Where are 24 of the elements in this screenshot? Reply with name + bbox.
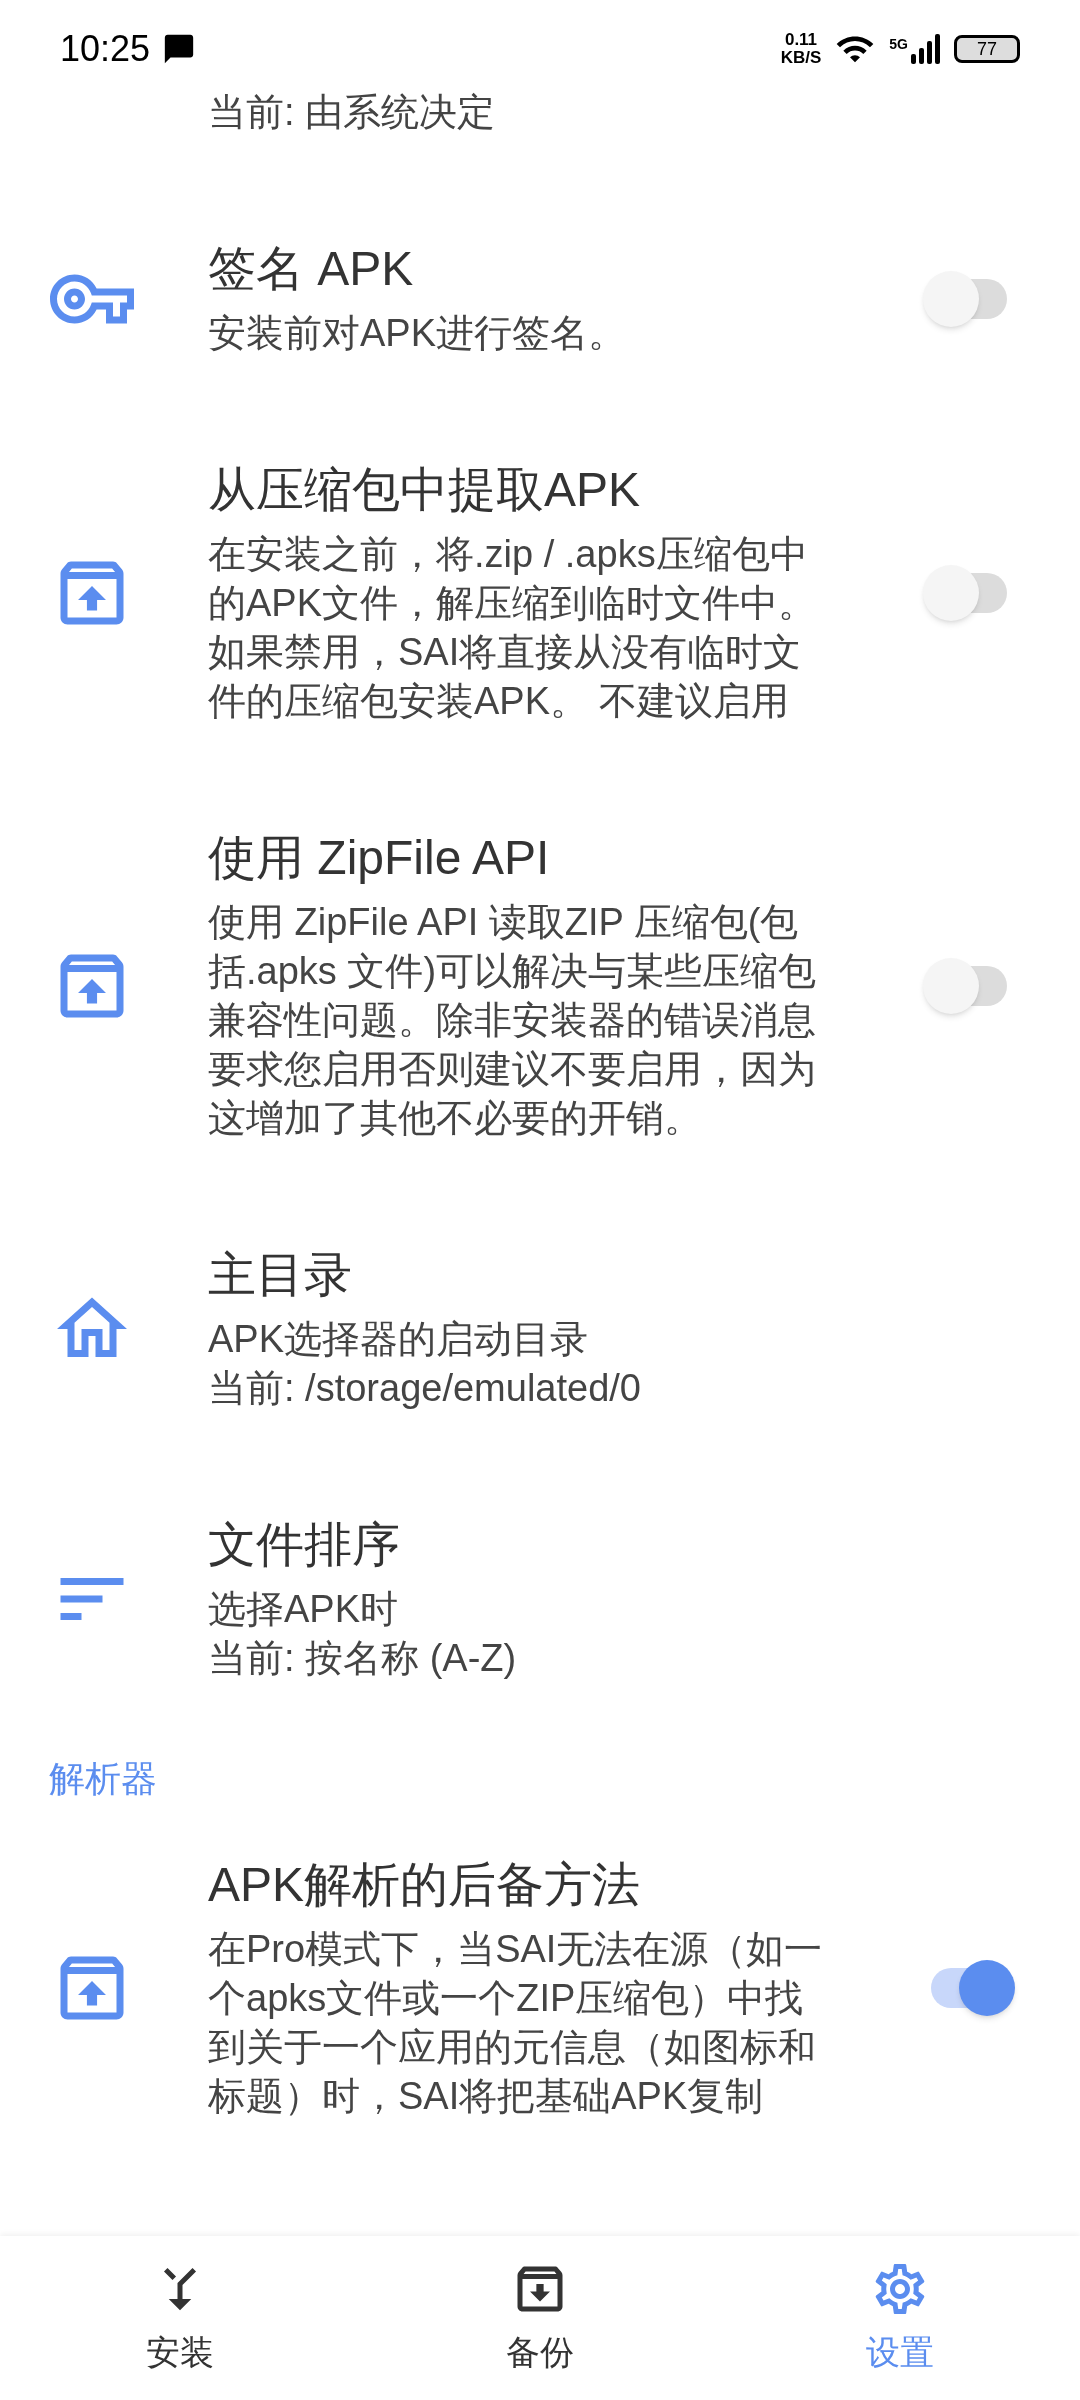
setting-description: 当前: 由系统决定 xyxy=(208,91,496,133)
setting-title: APK解析的后备方法 xyxy=(208,1857,642,1913)
setting-description: 在安装之前，将.zip / .apks压缩包中的APK文件，解压缩到临时文件中。如果禁用，SAI将直接从没有临时文件的压缩包安装APK。 不建议启用 xyxy=(208,532,818,724)
nav-tab[interactable]: 安装 xyxy=(0,2236,360,2400)
setting-description: 当前: 按名称 (A-Z) xyxy=(208,1636,518,1681)
network-speed: KB/S xyxy=(780,49,822,67)
setting-title: 使用 ZipFile API xyxy=(208,830,551,886)
setting-description: 安装前对APK进行签名。 xyxy=(208,311,628,356)
setting-description: 选择APK时 xyxy=(208,1587,400,1632)
setting-title: 文件排序 xyxy=(208,1517,401,1573)
setting-title: 主目录 xyxy=(208,1247,353,1303)
network-type: 5G xyxy=(889,35,908,54)
setting-description: APK选择器的启动目录 xyxy=(208,1317,590,1362)
nav-tab[interactable]: 备份 xyxy=(360,2236,720,2400)
setting-title: 签名 APK xyxy=(208,241,415,297)
network-speed: 0.11 xyxy=(784,31,818,49)
setting-description: 在Pro模式下，当SAI无法在源（如一个apks文件或一个ZIP压缩包）中找到关于一个应用的元信息（如图标和标题）时，SAI将把基础APK复制 xyxy=(208,1927,824,2119)
setting-title: 从压缩包中提取APK xyxy=(208,462,642,518)
section-header: 解析器 xyxy=(49,1758,157,1799)
setting-description: 当前: /storage/emulated/0 xyxy=(208,1366,642,1411)
signal-icon xyxy=(910,34,940,64)
battery-indicator: 77 xyxy=(954,35,1020,63)
setting-description: 使用 ZipFile API 读取ZIP 压缩包(包括.apks 文件)可以解决与某些压缩包兼容性问题。除非安装器的错误消息要求您启用否则建议不要启用，因为这增加了其他不必要的开销。 xyxy=(208,900,818,1141)
clock: 10:25 xyxy=(60,27,151,71)
